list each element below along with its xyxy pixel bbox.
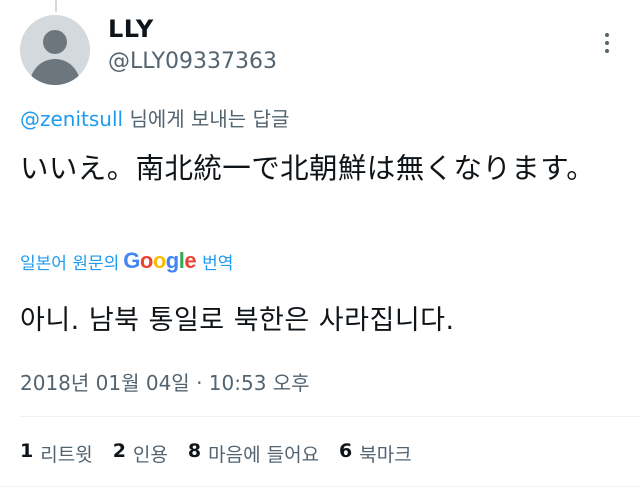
retweets-stat[interactable]: 1 리트윗 [20,440,93,467]
bookmarks-count: 6 [339,440,353,462]
reply-context: @zenitsull 님에게 보내는 답글 [20,103,289,132]
avatar-head-shape [43,30,67,54]
reply-mention-link[interactable]: @zenitsull [20,107,123,131]
google-logo-letter: g [165,248,179,273]
google-logo-letter: G [123,248,140,273]
quotes-stat[interactable]: 2 인용 [113,440,168,467]
tweet-timestamp[interactable]: 2018년 01월 04일 · 10:53 오후 [20,367,310,396]
retweets-label: 리트윗 [40,444,93,466]
google-logo-letter: o [152,248,166,273]
engagement-stats: 1 리트윗 2 인용 8 마음에 들어요 6 북마크 [20,440,412,467]
translation-prefix: 일본어 원문의 [20,253,120,274]
avatar[interactable] [20,15,90,85]
google-logo-letter: o [139,248,153,273]
tweet-text: いいえ。南北統一で北朝鮮は無くなります。 [20,152,596,185]
google-logo-letter: e [184,248,197,273]
quotes-label: 인용 [132,444,168,466]
quotes-count: 2 [112,440,126,462]
translated-text: 아니. 남북 통일로 북한은 사라집니다. [20,305,455,336]
bookmarks-label: 북마크 [359,444,412,466]
display-name[interactable]: LLY [108,15,154,43]
divider [20,416,640,417]
avatar-body-shape [30,59,80,85]
translation-attribution[interactable]: 일본어 원문의 Google 번역 [20,248,233,274]
likes-count: 8 [187,440,202,462]
user-handle[interactable]: @LLY09337363 [108,49,277,74]
reply-suffix: 님에게 보내는 답글 [129,107,290,131]
google-logo: Google [123,248,196,274]
likes-label: 마음에 들어요 [208,444,320,466]
divider [0,486,640,487]
more-vertical-icon[interactable] [604,32,610,54]
translation-suffix: 번역 [202,253,234,274]
retweets-count: 1 [20,440,34,462]
bookmarks-stat[interactable]: 6 북마크 [339,440,412,467]
thread-connector-line [55,0,57,12]
likes-stat[interactable]: 8 마음에 들어요 [188,440,319,467]
